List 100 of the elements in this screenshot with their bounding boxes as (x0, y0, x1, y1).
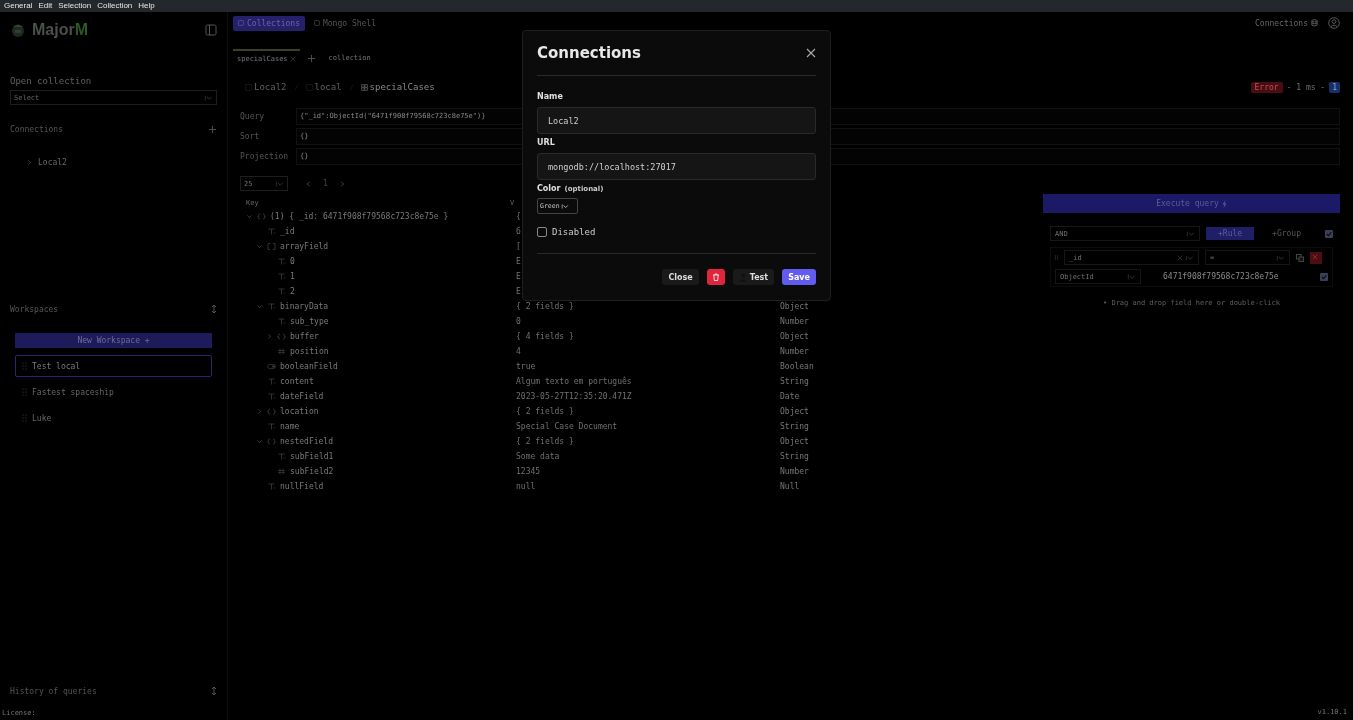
menu-item[interactable]: Selection (58, 0, 92, 12)
chevron-down-icon[interactable] (256, 438, 263, 445)
type-cell-text: Boolean (780, 361, 815, 372)
key-cell: nullField (280, 481, 324, 492)
key-cell: buffer (290, 331, 319, 342)
value-cell: { 4 fields } (516, 331, 574, 341)
type-cell-text: Number (780, 466, 810, 477)
value-cell: E (516, 271, 521, 281)
breadcrumb-item[interactable]: Local2 (254, 82, 287, 92)
next-page-icon[interactable] (339, 180, 345, 187)
value-cell: { (516, 211, 521, 221)
remove-rule-button[interactable] (1310, 251, 1322, 264)
workspace-item[interactable]: Fastest spaceship (15, 381, 212, 403)
checkbox[interactable] (1320, 272, 1328, 281)
key-cell: binaryData (280, 301, 329, 312)
type-cell-text: Date (780, 391, 801, 402)
type-cell-text: Null (780, 481, 801, 492)
sidebar-toggle-icon[interactable] (205, 24, 217, 36)
menu-item[interactable]: Edit (38, 0, 53, 12)
menu-item[interactable]: Collection (97, 0, 133, 12)
connection-item[interactable]: Local2 (38, 158, 67, 167)
field-label: Color (537, 184, 561, 194)
value-input-field[interactable]: 6471f908f79568c723c8e75e (1147, 272, 1314, 281)
type-cell-text: Object (780, 331, 810, 342)
key-cell: _id (280, 226, 295, 237)
key-cell: position (290, 346, 329, 357)
value-cell: Some data (516, 451, 560, 461)
value-cell: 2023-05-27T12:35:20.471Z (516, 391, 632, 401)
workspace-item[interactable]: Luke (15, 407, 212, 429)
result-count-badge: 1 (1329, 81, 1340, 93)
checkbox-label: Disabled (552, 227, 596, 237)
menu-item[interactable]: Help (138, 0, 155, 12)
top-tab[interactable]: Mongo Shell (309, 15, 381, 31)
section-title: Open collection (10, 76, 93, 86)
test-button[interactable]: Test (732, 269, 775, 285)
caret-icon (204, 93, 213, 102)
url-field[interactable]: mongodb://localhost:27017 (537, 153, 816, 180)
resize-icon[interactable] (211, 304, 217, 314)
chevron-down-icon[interactable] (256, 303, 263, 310)
add-rule-button[interactable]: +Rule (1206, 227, 1255, 240)
close-icon[interactable] (806, 48, 816, 58)
name-field[interactable]: Local2 (537, 107, 816, 134)
plus-icon[interactable] (208, 125, 217, 134)
key-cell: subField2 (290, 466, 334, 477)
key-cell: name (280, 421, 300, 432)
checkbox[interactable] (1325, 229, 1333, 238)
clone-icon[interactable] (1296, 253, 1304, 262)
text-type-icon (277, 273, 286, 280)
chevron-right-icon[interactable] (266, 333, 273, 340)
value-cell: { 2 fields } (516, 406, 574, 416)
braces-icon (267, 408, 276, 415)
execute-query-button[interactable]: Execute query (1043, 194, 1340, 213)
type-cell-text: String (780, 451, 810, 462)
type-cell-text: String (780, 421, 810, 432)
add-group-button[interactable]: +Group (1260, 227, 1313, 240)
value-cell: null (516, 481, 536, 491)
text-type-icon (277, 453, 286, 460)
checkbox[interactable] (537, 227, 547, 237)
chevron-right-icon[interactable] (26, 159, 33, 166)
text-type-icon (277, 288, 286, 295)
chevron-right-icon[interactable] (256, 408, 263, 415)
breadcrumb-item[interactable]: specialCases (369, 82, 435, 92)
section-title: Connections (10, 125, 63, 134)
caret-icon (560, 202, 569, 210)
resize-icon[interactable] (211, 686, 217, 696)
trash-icon (711, 273, 720, 281)
user-icon[interactable] (1328, 17, 1340, 29)
lightning-icon (1221, 199, 1227, 208)
top-tab[interactable]: Collections (233, 15, 305, 31)
text-type-icon (267, 303, 276, 310)
value-cell: 4 (516, 346, 521, 356)
key-cell: booleanField (280, 361, 338, 372)
delete-button[interactable] (706, 269, 725, 285)
plus-icon[interactable] (306, 53, 316, 63)
chevron-down-icon[interactable] (246, 213, 253, 220)
value-cell: { 2 fields } (516, 436, 574, 446)
clear-icon[interactable] (1177, 254, 1183, 261)
text-type-icon (277, 258, 286, 265)
chevron-down-icon[interactable] (256, 243, 263, 250)
field-label: Query (240, 111, 266, 121)
new-workspace-button[interactable]: New Workspace + (15, 333, 212, 348)
key-cell: subField1 (290, 451, 334, 462)
value-cell: { 2 fields } (516, 301, 574, 311)
menu-item[interactable]: General (4, 0, 33, 12)
value-cell: 6 (516, 226, 521, 236)
previous-page-icon[interactable] (306, 180, 311, 187)
connections-link[interactable]: Connections (1255, 18, 1318, 28)
value-cell: 0 (516, 316, 521, 326)
section-title: Workspaces (10, 304, 59, 314)
caret-icon (1185, 253, 1194, 262)
key-cell: nestedField (280, 436, 333, 447)
braces-icon (277, 333, 286, 340)
error-badge: Error (1250, 81, 1283, 93)
value-cell: true (516, 361, 536, 371)
key-cell: 1 (290, 271, 295, 282)
save-button[interactable]: Save (782, 269, 816, 285)
close-button[interactable]: Close (662, 269, 699, 285)
workspace-item[interactable]: Test local (15, 355, 212, 377)
breadcrumb-item[interactable]: local (314, 82, 342, 92)
key-cell: 0 (290, 256, 295, 267)
